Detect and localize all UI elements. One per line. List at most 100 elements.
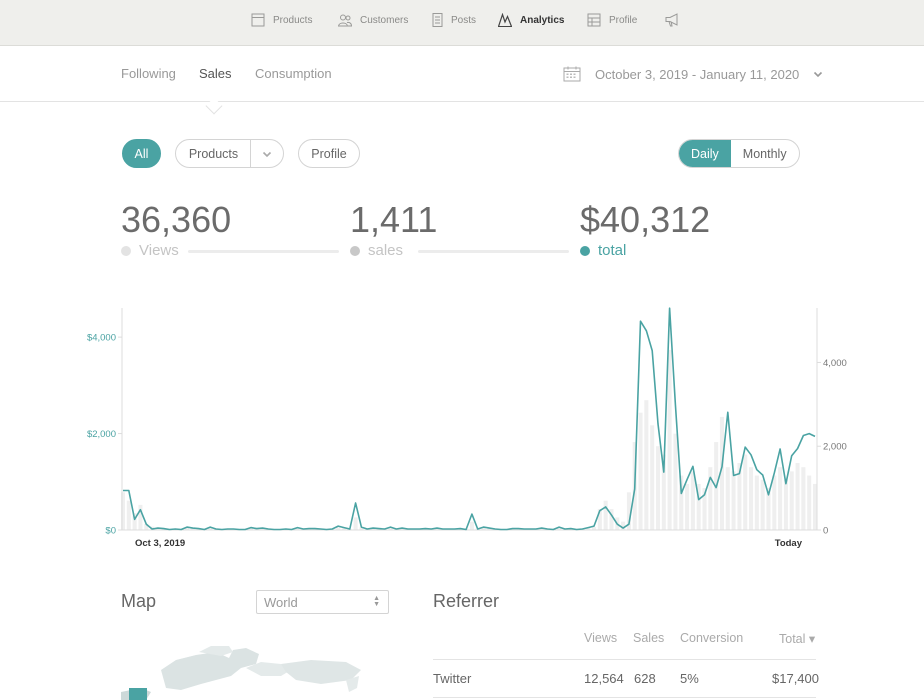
map-region-select[interactable]: World ▲ ▼ bbox=[256, 590, 389, 614]
profile-icon bbox=[587, 13, 601, 27]
views-bar bbox=[807, 475, 812, 530]
sales-label: sales bbox=[368, 242, 404, 259]
views-bar bbox=[731, 471, 736, 530]
x-start-label: Oct 3, 2019 bbox=[135, 538, 185, 549]
filter-products-toggle[interactable] bbox=[251, 140, 282, 167]
total-dot bbox=[580, 245, 590, 256]
views-bar bbox=[708, 467, 713, 530]
views-bar bbox=[760, 479, 765, 530]
views-label: Views bbox=[139, 242, 179, 259]
sales-dot bbox=[350, 245, 360, 256]
nav-item-analytics[interactable]: Analytics bbox=[498, 0, 564, 40]
top-navigation: Products Customers Posts Analytics Profi… bbox=[0, 0, 924, 46]
date-range-picker[interactable]: October 3, 2019 - January 11, 2020 bbox=[563, 64, 823, 84]
sales-chart: $0 $2,000 $4,000 0 2,000 4,000 Oct 3, 2019 Toda… bbox=[0, 300, 924, 560]
views-bar bbox=[650, 425, 655, 530]
total-stat: $40,312 total bbox=[580, 198, 711, 259]
views-bar bbox=[188, 250, 339, 253]
views-bar bbox=[789, 471, 794, 530]
tab-following[interactable]: Following bbox=[121, 66, 176, 81]
views-bar bbox=[743, 454, 748, 530]
nav-item-products[interactable]: Products bbox=[251, 0, 312, 40]
daily-button[interactable]: Daily bbox=[679, 140, 731, 167]
date-range-label: October 3, 2019 - January 11, 2020 bbox=[595, 66, 800, 82]
views-bar bbox=[754, 475, 759, 530]
views-dot bbox=[121, 245, 131, 256]
views-bar bbox=[812, 483, 818, 530]
nav-label-posts: Posts bbox=[451, 14, 477, 26]
sales-bar bbox=[418, 250, 569, 253]
left-tick-label: $4,000 bbox=[87, 333, 116, 344]
views-bar bbox=[772, 475, 777, 530]
calendar-icon bbox=[563, 66, 581, 82]
views-bar bbox=[783, 479, 788, 530]
views-stat: 36,360 Views bbox=[121, 198, 339, 259]
referrer-source[interactable]: Twitter bbox=[433, 671, 471, 686]
views-bar bbox=[667, 349, 672, 530]
monthly-button[interactable]: Monthly bbox=[731, 140, 799, 167]
filter-profile-button[interactable]: Profile bbox=[298, 139, 360, 168]
referrer-header-total[interactable]: Total ▾ bbox=[779, 631, 815, 646]
views-bar bbox=[690, 471, 695, 530]
total-label: total bbox=[598, 242, 627, 259]
views-bar bbox=[644, 400, 649, 530]
x-end-label: Today bbox=[775, 538, 803, 549]
views-legend: Views bbox=[121, 242, 179, 259]
map-region-highlight bbox=[129, 688, 147, 700]
customers-icon bbox=[338, 14, 352, 27]
map-region-value: World bbox=[264, 594, 298, 610]
right-tick-label: 2,000 bbox=[823, 442, 847, 453]
referrer-sales: 628 bbox=[634, 671, 656, 686]
referrer-header-views: Views bbox=[584, 631, 618, 645]
nav-item-posts[interactable]: Posts bbox=[432, 0, 476, 40]
right-tick-label: 4,000 bbox=[823, 358, 847, 369]
views-bar bbox=[801, 467, 806, 530]
map-title: Map bbox=[121, 591, 157, 611]
sales-stat: 1,411 sales bbox=[350, 198, 569, 259]
referrer-conversion: 5% bbox=[680, 671, 699, 686]
map-region-north-america bbox=[161, 648, 259, 690]
views-bar bbox=[673, 433, 678, 530]
total-value: $40,312 bbox=[580, 199, 711, 240]
posts-icon bbox=[432, 13, 443, 27]
referrer-title: Referrer bbox=[433, 591, 500, 611]
analytics-icon bbox=[498, 13, 512, 27]
filter-products-dropdown[interactable]: Products bbox=[175, 139, 284, 168]
nav-item-profile[interactable]: Profile bbox=[587, 0, 637, 40]
views-bar bbox=[638, 412, 643, 530]
nav-item-announcements[interactable] bbox=[665, 0, 687, 40]
chevron-down-icon bbox=[814, 71, 823, 78]
views-bar bbox=[353, 517, 358, 530]
referrer-views: 12,564 bbox=[584, 671, 624, 686]
nav-label-products: Products bbox=[273, 14, 313, 26]
filter-products-label: Products bbox=[177, 140, 252, 167]
chevron-down-icon bbox=[262, 151, 271, 157]
nav-item-customers[interactable]: Customers bbox=[338, 0, 408, 40]
products-icon bbox=[251, 13, 265, 27]
megaphone-icon bbox=[665, 13, 678, 27]
views-bar bbox=[749, 467, 754, 530]
nav-label-customers: Customers bbox=[360, 14, 409, 26]
left-tick-label: $0 bbox=[105, 526, 116, 537]
views-bar bbox=[603, 500, 608, 530]
right-tick-label: 0 bbox=[823, 526, 828, 537]
nav-label-profile: Profile bbox=[609, 14, 638, 26]
referrer-header-sales: Sales bbox=[633, 631, 665, 645]
views-bar bbox=[655, 446, 661, 530]
world-map bbox=[121, 646, 361, 700]
views-bar bbox=[138, 504, 143, 530]
sales-value: 1,411 bbox=[350, 199, 438, 240]
granularity-toggle: Daily Monthly bbox=[678, 139, 800, 168]
views-bar bbox=[778, 467, 783, 530]
tab-sales[interactable]: Sales bbox=[199, 66, 232, 81]
views-bar bbox=[725, 467, 730, 530]
sales-chart-svg: $0 $2,000 $4,000 0 2,000 4,000 Oct 3, 2019 Toda… bbox=[87, 307, 847, 549]
referrer-divider bbox=[433, 659, 816, 660]
views-value: 36,360 bbox=[121, 199, 232, 240]
left-tick-label: $2,000 bbox=[87, 429, 116, 440]
referrer-header-conversion: Conversion bbox=[680, 631, 744, 645]
nav-label-analytics: Analytics bbox=[520, 14, 565, 26]
views-bar bbox=[469, 521, 474, 530]
tab-consumption[interactable]: Consumption bbox=[255, 66, 332, 81]
filter-all-button[interactable]: All bbox=[122, 139, 161, 168]
